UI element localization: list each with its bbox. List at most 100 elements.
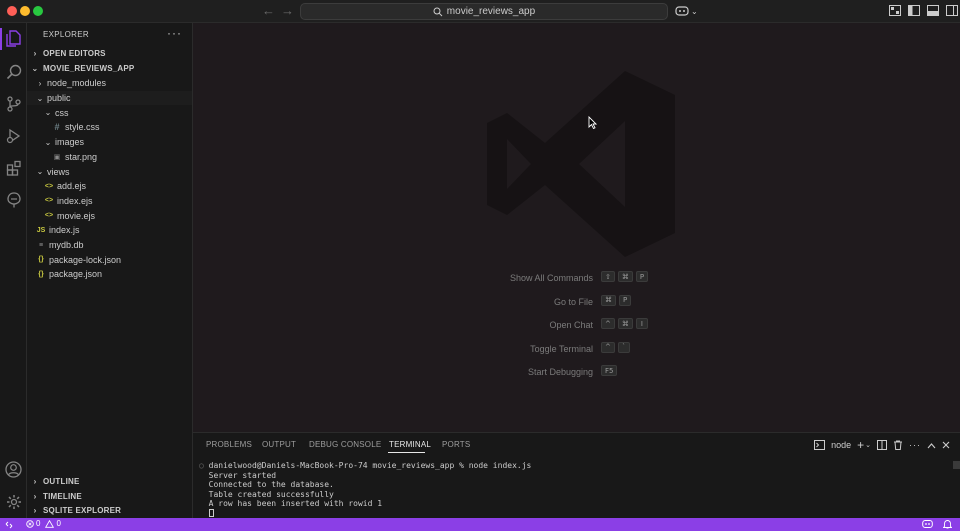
sqlite-explorer-section[interactable]: › SQLITE EXPLORER: [27, 503, 193, 517]
keyboard-key: ⌘: [601, 294, 616, 306]
extensions-icon[interactable]: [4, 158, 23, 177]
file-item[interactable]: {} package-lock.json: [27, 252, 192, 267]
file-item[interactable]: # style.css: [27, 120, 192, 135]
tree-item-label: node_modules: [47, 78, 107, 89]
timeline-section[interactable]: › TIMELINE: [27, 489, 193, 503]
vscode-logo-watermark: [487, 71, 675, 257]
search-icon: [433, 7, 443, 17]
forward-arrow-icon[interactable]: →: [281, 4, 294, 18]
folder-item[interactable]: ⌄ public: [27, 90, 192, 106]
file-item[interactable]: ≡ mydb.db: [27, 238, 192, 253]
folder-item[interactable]: ⌄ views: [27, 164, 192, 179]
toggle-secondary-sidebar-icon[interactable]: [946, 5, 960, 17]
tree-item-label: public: [47, 93, 71, 104]
chevron-down-icon[interactable]: ⌄: [691, 7, 698, 16]
file-item[interactable]: ▣ star.png: [27, 150, 192, 165]
maximize-panel-icon[interactable]: [927, 442, 936, 449]
back-arrow-icon[interactable]: ←: [262, 4, 275, 18]
problems-status[interactable]: 0 0: [26, 519, 61, 528]
terminal-line: Server started: [208, 470, 277, 480]
remote-indicator[interactable]: [0, 518, 18, 531]
toggle-sidebar-icon[interactable]: [908, 5, 922, 17]
keyboard-key: ⌘: [617, 271, 633, 282]
keyboard-key: P: [619, 294, 632, 306]
outline-section[interactable]: › OUTLINE: [27, 474, 193, 488]
image-file-icon: ▣: [53, 153, 61, 161]
project-section[interactable]: ⌄ MOVIE_REVIEWS_APP: [27, 61, 193, 75]
chevron-right-icon: ›: [38, 78, 42, 88]
terminal-output[interactable]: ○ danielwood@Daniels-MacBook-Pro-74 movi…: [199, 461, 531, 519]
shortcut-hint-label[interactable]: Start Debugging: [528, 367, 593, 377]
file-item[interactable]: <> add.ejs: [27, 179, 192, 194]
copilot-icon[interactable]: [675, 5, 689, 17]
outline-label: OUTLINE: [43, 476, 80, 486]
tab-ports[interactable]: PORTS: [442, 440, 470, 449]
shortcut-hint-label[interactable]: Go to File: [554, 297, 593, 307]
tree-item-label: views: [47, 166, 70, 177]
close-window-button[interactable]: [7, 6, 17, 16]
terminal-name[interactable]: node: [831, 440, 851, 450]
sqlite-explorer-icon[interactable]: [4, 190, 23, 209]
explorer-icon[interactable]: [4, 29, 23, 48]
file-item[interactable]: JS index.js: [27, 223, 192, 238]
ejs-file-icon: <>: [44, 197, 54, 205]
keyboard-key: ^: [601, 318, 615, 329]
shortcut-hint-row: Start Debugging F5: [193, 365, 960, 379]
keyboard-key: ⌘: [617, 318, 633, 329]
kill-terminal-icon[interactable]: [893, 440, 903, 450]
terminal-line: Table created successfully: [208, 489, 334, 499]
command-center-search[interactable]: movie_reviews_app: [300, 3, 668, 20]
shortcut-hint-label[interactable]: Show All Commands: [510, 273, 593, 283]
customize-layout-icon[interactable]: [889, 5, 903, 17]
split-terminal-icon[interactable]: [877, 440, 887, 450]
close-panel-icon[interactable]: [942, 441, 950, 449]
search-icon[interactable]: [4, 62, 23, 81]
keyboard-key: F5: [601, 365, 618, 376]
account-icon[interactable]: [4, 460, 23, 479]
folder-item[interactable]: ⌄ css: [27, 105, 192, 120]
copilot-status-icon[interactable]: [922, 519, 933, 529]
sqlite-explorer-label: SQLITE EXPLORER: [43, 505, 122, 515]
source-control-icon[interactable]: [4, 94, 23, 113]
shortcut-hint-row: Show All Commands ⇧ ⌘ P: [193, 271, 960, 285]
more-actions-icon[interactable]: ···: [909, 440, 921, 450]
new-terminal-icon[interactable]: +: [857, 438, 864, 452]
file-item[interactable]: <> movie.ejs: [27, 208, 192, 223]
tab-debug-console[interactable]: DEBUG CONSOLE: [309, 440, 381, 449]
tab-terminal[interactable]: TERMINAL: [389, 440, 431, 449]
tree-item-label: index.ejs: [57, 195, 93, 206]
chevron-down-icon: ⌄: [36, 167, 44, 177]
terminal-icon: [814, 440, 826, 450]
open-editors-section[interactable]: › OPEN EDITORS: [27, 46, 193, 60]
settings-icon[interactable]: [4, 492, 23, 511]
maximize-window-button[interactable]: [33, 6, 43, 16]
chevron-right-icon: ›: [33, 476, 37, 486]
shortcut-hint-label[interactable]: Toggle Terminal: [530, 344, 593, 354]
notifications-icon[interactable]: [943, 519, 952, 529]
bottom-panel: PROBLEMS OUTPUT DEBUG CONSOLE TERMINAL P…: [193, 432, 960, 518]
ejs-file-icon: <>: [44, 212, 54, 220]
toggle-panel-icon[interactable]: [927, 5, 941, 17]
folder-item[interactable]: ⌄ images: [27, 135, 192, 150]
shortcut-hint-label[interactable]: Open Chat: [549, 320, 593, 330]
terminal-scrollbar[interactable]: [953, 461, 960, 469]
folder-item[interactable]: › node_modules: [27, 76, 192, 91]
file-item[interactable]: {} package.json: [27, 267, 192, 282]
status-bar: 0 0: [0, 518, 960, 531]
file-item[interactable]: <> index.ejs: [27, 194, 192, 209]
shortcut-hint-row: Toggle Terminal ^ `: [193, 341, 960, 356]
sidebar-title: EXPLORER: [43, 30, 89, 39]
chevron-down-icon[interactable]: ⌄: [865, 441, 871, 449]
timeline-label: TIMELINE: [43, 491, 82, 501]
keyboard-key: I: [635, 318, 648, 329]
tree-item-label: index.js: [49, 225, 80, 236]
more-actions-icon[interactable]: ···: [167, 26, 182, 40]
active-view-indicator: [0, 28, 2, 50]
run-debug-icon[interactable]: [4, 126, 23, 145]
minimize-window-button[interactable]: [20, 6, 30, 16]
tab-problems[interactable]: PROBLEMS: [206, 440, 252, 449]
tab-output[interactable]: OUTPUT: [262, 440, 296, 449]
keyboard-key: `: [617, 341, 630, 353]
copilot-menu[interactable]: ⌄: [675, 4, 698, 18]
editor-area[interactable]: Show All Commands ⇧ ⌘ P Go to File ⌘ P Open Cha…: [193, 23, 960, 432]
